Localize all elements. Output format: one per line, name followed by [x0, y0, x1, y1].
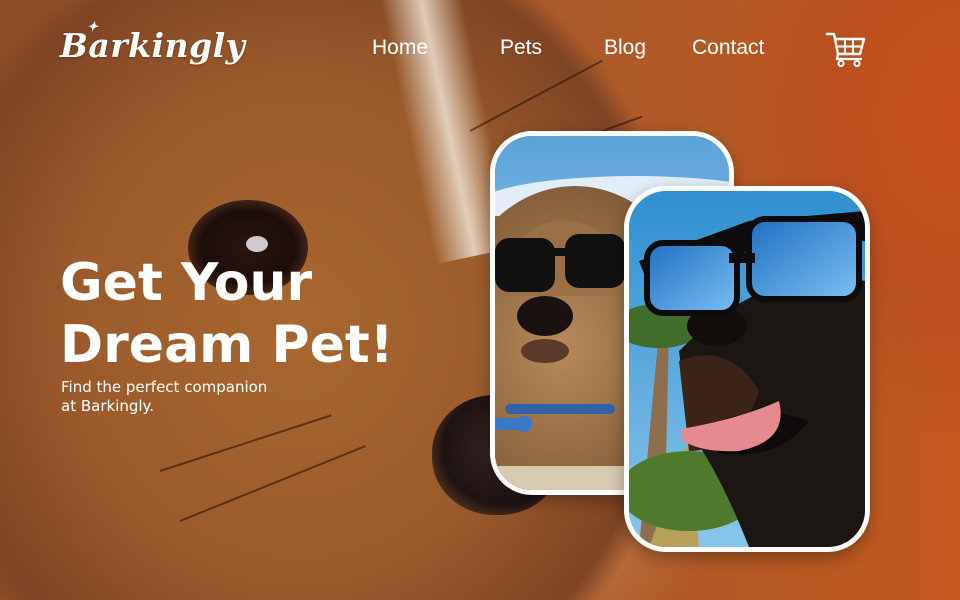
eye-glint [246, 236, 268, 252]
hero-subtitle-line2: at Barkingly. [61, 397, 155, 415]
hero-title: Get Your Dream Pet! [60, 252, 440, 376]
pet-photo-card-2[interactable] [624, 186, 870, 552]
paw-leaf-icon: ✦ [87, 20, 99, 35]
nav-item-blog[interactable]: Blog [604, 36, 646, 60]
nav-item-contact[interactable]: Contact [692, 36, 764, 60]
shopping-cart-icon[interactable] [825, 30, 866, 68]
hero-title-line2: Dream Pet! [60, 315, 394, 375]
nav-item-pets[interactable]: Pets [500, 36, 542, 60]
brand-logo[interactable]: ✦ Barkingly [60, 20, 245, 65]
dog-wearing-blue-mirrored-sunglasses-photo [629, 191, 865, 547]
hero-subtitle-line1: Find the perfect companion [61, 378, 268, 396]
nav-item-home[interactable]: Home [372, 36, 428, 60]
hero-subtitle: Find the perfect companion at Barkingly. [61, 378, 321, 416]
hero-title-line1: Get Your [60, 253, 313, 313]
